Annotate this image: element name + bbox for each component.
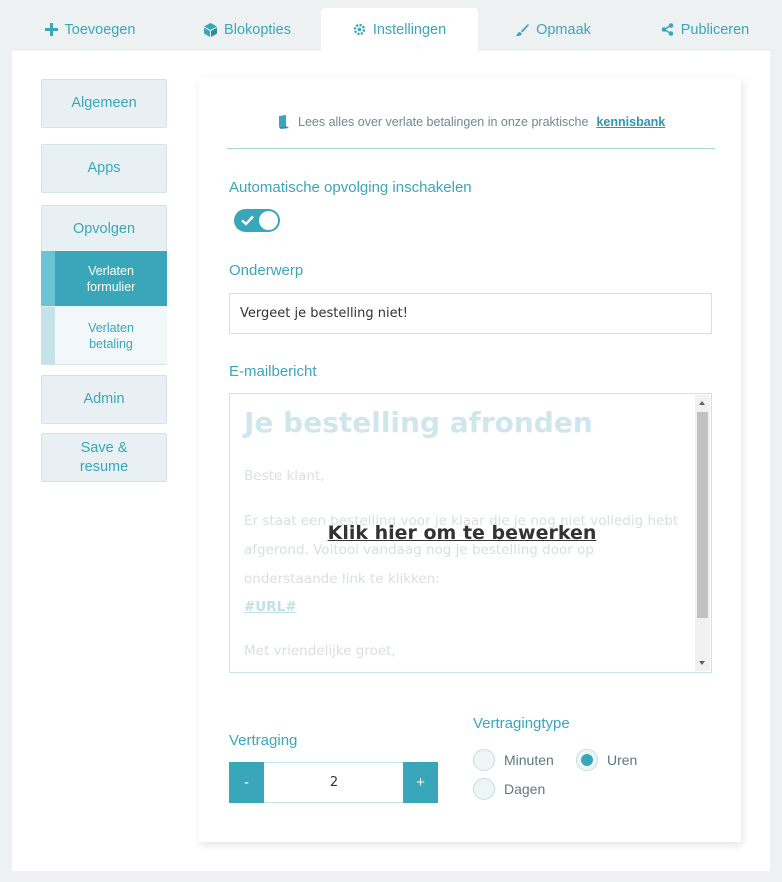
brush-icon bbox=[516, 23, 530, 36]
sidebar-item-algemeen[interactable]: Algemeen bbox=[41, 79, 167, 128]
delay-stepper: - 2 + bbox=[229, 762, 438, 803]
subject-label: Onderwerp bbox=[229, 262, 304, 279]
tab-label: Blokopties bbox=[224, 21, 291, 38]
email-body: Er staat een bestelling voor je klaar di… bbox=[244, 513, 679, 587]
info-text: Lees alles over verlate betalingen in on… bbox=[298, 115, 589, 129]
tab-label: Toevoegen bbox=[64, 21, 136, 38]
editor-scrollbar[interactable] bbox=[695, 395, 710, 671]
gear-icon bbox=[353, 23, 366, 36]
sidebar-item-label: Apps bbox=[87, 160, 121, 176]
auto-followup-toggle[interactable] bbox=[234, 209, 280, 232]
radio-circle[interactable] bbox=[473, 749, 495, 771]
tab-toevoegen[interactable]: Toevoegen bbox=[0, 8, 180, 51]
edit-email-link[interactable]: Klik hier om te bewerken bbox=[229, 522, 695, 544]
email-closing: Met vriendelijke groet, bbox=[244, 643, 396, 659]
radio-uren[interactable]: Uren bbox=[576, 749, 637, 771]
delay-value-input[interactable]: 2 bbox=[264, 763, 404, 802]
sidebar-item-admin[interactable]: Admin bbox=[41, 375, 167, 424]
sidebar-item-save-resume[interactable]: Save & resume bbox=[41, 433, 167, 482]
plus-icon bbox=[44, 23, 58, 36]
divider bbox=[227, 148, 715, 149]
active-indicator bbox=[41, 251, 55, 306]
radio-dagen[interactable]: Dagen bbox=[473, 778, 545, 800]
subject-input[interactable]: Vergeet je bestelling niet! bbox=[229, 293, 712, 334]
scroll-up-arrow-icon[interactable] bbox=[699, 401, 705, 405]
tab-opmaak[interactable]: Opmaak bbox=[478, 8, 628, 51]
book-icon bbox=[279, 115, 289, 129]
tab-label: Instellingen bbox=[372, 21, 447, 38]
sidebar-item-label: Algemeen bbox=[71, 95, 137, 111]
subitem-indicator bbox=[41, 307, 55, 364]
kennisbank-link[interactable]: kennisbank bbox=[596, 115, 665, 129]
scroll-thumb[interactable] bbox=[697, 412, 708, 618]
sidebar-subitem-verlaten-formulier[interactable]: Verlaten formulier bbox=[41, 251, 167, 306]
sidebar-item-label: Admin bbox=[83, 391, 125, 407]
sidebar-item-label: Save & resume bbox=[79, 439, 129, 475]
increment-button[interactable]: + bbox=[403, 762, 438, 803]
email-greeting: Beste klant, bbox=[244, 468, 325, 484]
check-icon bbox=[241, 215, 254, 226]
tab-publiceren[interactable]: Publiceren bbox=[628, 8, 782, 51]
radio-circle-selected[interactable] bbox=[576, 749, 598, 771]
tab-bar: Toevoegen Blokopties Instellingen Opmaak… bbox=[0, 8, 782, 51]
delay-label: Vertraging bbox=[229, 732, 298, 749]
email-heading: Je bestelling afronden bbox=[244, 406, 593, 439]
sidebar-subitem-verlaten-betaling[interactable]: Verlaten betaling bbox=[41, 307, 167, 364]
tab-instellingen[interactable]: Instellingen bbox=[321, 8, 478, 51]
radio-minuten[interactable]: Minuten bbox=[473, 749, 554, 771]
radio-label: Minuten bbox=[504, 752, 554, 768]
info-banner: Lees alles over verlate betalingen in on… bbox=[278, 112, 698, 132]
radio-label: Dagen bbox=[504, 781, 546, 797]
delay-type-label: Vertragingtype bbox=[473, 715, 570, 732]
email-label: E-mailbericht bbox=[229, 363, 317, 380]
toggle-knob bbox=[258, 210, 279, 231]
scroll-down-arrow-icon[interactable] bbox=[699, 661, 705, 665]
tab-label: Opmaak bbox=[536, 21, 591, 38]
auto-followup-label: Automatische opvolging inschakelen bbox=[229, 179, 472, 196]
sidebar-item-apps[interactable]: Apps bbox=[41, 144, 167, 193]
email-url: #URL# bbox=[244, 599, 297, 615]
tab-blokopties[interactable]: Blokopties bbox=[180, 8, 315, 51]
sidebar-subitem-label: Verlaten betaling bbox=[88, 320, 134, 351]
radio-circle[interactable] bbox=[473, 778, 495, 800]
tab-label: Publiceren bbox=[680, 21, 750, 38]
cube-icon bbox=[204, 22, 218, 37]
share-icon bbox=[661, 23, 674, 36]
sidebar-subitem-label: Verlaten formulier bbox=[86, 263, 136, 294]
decrement-button[interactable]: - bbox=[229, 762, 264, 803]
sidebar-item-label: Opvolgen bbox=[72, 221, 136, 237]
radio-label: Uren bbox=[607, 752, 638, 768]
